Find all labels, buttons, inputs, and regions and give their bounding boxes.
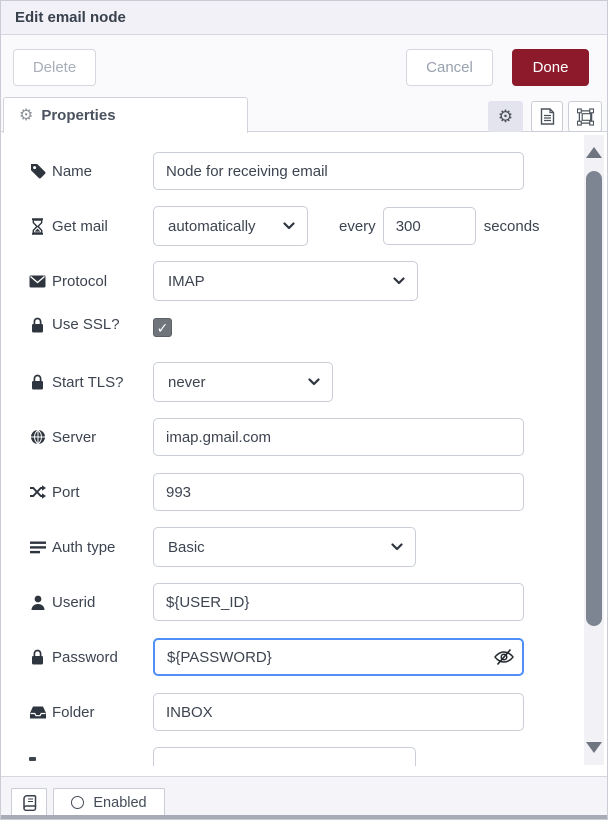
use-ssl-checkbox[interactable]: ✓ — [153, 318, 172, 337]
lock-icon — [29, 374, 46, 391]
envelope-icon — [29, 273, 46, 290]
docs-button[interactable] — [11, 788, 47, 817]
auth-type-label: Auth type — [52, 539, 115, 556]
tab-properties-label: Properties — [41, 107, 115, 124]
dialog-titlebar: Edit email node — [1, 1, 607, 35]
folder-label: Folder — [52, 704, 95, 721]
inbox-icon — [29, 704, 46, 721]
vertical-scrollbar[interactable] — [584, 135, 604, 765]
get-mail-label: Get mail — [52, 218, 108, 235]
document-icon — [539, 108, 556, 125]
tab-properties[interactable]: ⚙ Properties — [3, 97, 248, 133]
start-tls-select[interactable]: never — [153, 362, 333, 402]
chevron-down-icon — [283, 222, 295, 230]
form-row-auth-type: Auth type Basic — [29, 527, 559, 567]
dialog-footer: Enabled — [1, 776, 607, 817]
appearance-view-button[interactable] — [568, 101, 602, 132]
every-label: every — [339, 218, 376, 235]
layers-list-icon — [29, 539, 46, 556]
selection-frame-icon — [577, 108, 594, 125]
delete-button[interactable]: Delete — [13, 49, 96, 86]
form-row-partial — [29, 747, 559, 766]
globe-icon — [29, 429, 46, 446]
get-mail-select[interactable]: automatically — [153, 206, 308, 246]
edit-email-node-dialog: Edit email node Delete Cancel Done ⚙ Pro… — [0, 0, 608, 820]
name-input[interactable] — [153, 152, 524, 190]
clipped-label-icon — [29, 757, 36, 761]
book-icon — [21, 794, 38, 811]
tab-bar: ⚙ Properties ⚙ — [1, 97, 607, 132]
seconds-label: seconds — [484, 218, 540, 235]
gear-icon: ⚙ — [19, 108, 33, 124]
form-row-get-mail: Get mail automatically every seconds — [29, 206, 559, 246]
use-ssl-label: Use SSL? — [52, 316, 120, 333]
get-mail-select-value: automatically — [168, 218, 256, 235]
chevron-down-icon — [308, 378, 320, 386]
name-label: Name — [52, 163, 92, 180]
window-bottom-edge — [1, 815, 607, 819]
form-row-server: Server — [29, 417, 559, 457]
port-label: Port — [52, 484, 80, 501]
dialog-title: Edit email node — [15, 9, 126, 26]
form-row-port: Port — [29, 472, 559, 512]
scroll-up-icon[interactable] — [586, 147, 602, 158]
gear-icon: ⚙ — [498, 107, 513, 127]
form-row-password: Password — [29, 637, 559, 677]
description-view-button[interactable] — [531, 101, 563, 132]
circle-icon — [71, 796, 84, 809]
cancel-button[interactable]: Cancel — [406, 49, 493, 86]
password-label: Password — [52, 649, 118, 666]
dialog-actionbar: Delete Cancel Done — [1, 35, 607, 97]
server-label: Server — [52, 429, 96, 446]
enabled-label: Enabled — [93, 795, 146, 811]
interval-input[interactable] — [383, 207, 476, 245]
userid-label: Userid — [52, 594, 95, 611]
chevron-down-icon — [393, 277, 405, 285]
password-input[interactable] — [153, 638, 524, 676]
properties-panel: Name Get mail automatically — [1, 132, 607, 776]
auth-type-select[interactable]: Basic — [153, 527, 416, 567]
hourglass-icon — [29, 218, 46, 235]
chevron-down-icon — [391, 543, 403, 551]
lock-icon — [29, 649, 46, 666]
form-rows: Name Get mail automatically — [1, 132, 607, 766]
form-row-use-ssl: Use SSL? ✓ — [29, 316, 559, 347]
done-button[interactable]: Done — [512, 49, 589, 86]
userid-input[interactable] — [153, 583, 524, 621]
protocol-select[interactable]: IMAP — [153, 261, 418, 301]
lock-icon — [29, 316, 46, 333]
form-row-userid: Userid — [29, 582, 559, 622]
form-row-protocol: Protocol IMAP — [29, 261, 559, 301]
form-row-start-tls: Start TLS? never — [29, 362, 559, 402]
form-row-folder: Folder — [29, 692, 559, 732]
folder-input[interactable] — [153, 693, 524, 731]
auth-type-select-value: Basic — [168, 539, 205, 556]
scrollbar-thumb[interactable] — [586, 171, 602, 626]
port-input[interactable] — [153, 473, 524, 511]
enabled-toggle-button[interactable]: Enabled — [53, 788, 165, 817]
start-tls-label: Start TLS? — [52, 374, 123, 391]
protocol-select-value: IMAP — [168, 273, 205, 290]
tag-icon — [29, 163, 46, 180]
form-row-name: Name — [29, 151, 559, 191]
scroll-down-icon[interactable] — [586, 742, 602, 753]
protocol-label: Protocol — [52, 273, 107, 290]
eye-slash-icon[interactable] — [493, 648, 515, 666]
server-input[interactable] — [153, 418, 524, 456]
check-icon: ✓ — [157, 321, 169, 335]
start-tls-select-value: never — [168, 374, 206, 391]
properties-view-button[interactable]: ⚙ — [488, 101, 523, 132]
shuffle-icon — [29, 484, 46, 501]
user-icon — [29, 594, 46, 611]
clipped-select[interactable] — [153, 747, 416, 766]
